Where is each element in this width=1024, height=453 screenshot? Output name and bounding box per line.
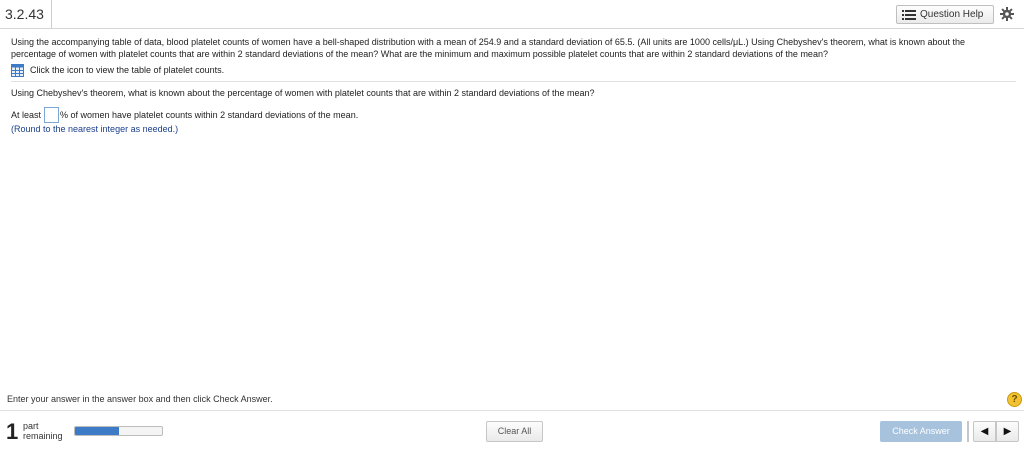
table-link[interactable]: Click the icon to view the table of plat… [11, 63, 1016, 77]
progress-bar [74, 426, 163, 436]
section-divider [11, 81, 1016, 82]
next-question-button[interactable]: ▶ [996, 421, 1019, 442]
previous-question-button[interactable]: ◀ [973, 421, 996, 442]
problem-statement: Using the accompanying table of data, bl… [11, 37, 965, 59]
question-help-button[interactable]: Question Help [896, 5, 994, 24]
parts-label-line1: part [23, 421, 39, 431]
parts-remaining-count: 1 [6, 419, 19, 444]
check-answer-button[interactable]: Check Answer [880, 421, 962, 442]
clear-all-button[interactable]: Clear All [486, 421, 543, 442]
answer-input[interactable] [44, 107, 60, 123]
question-number: 3.2.43 [0, 0, 52, 29]
answer-prefix: At least [11, 110, 42, 120]
top-bar: 3.2.43 Question Help [0, 0, 1024, 29]
answer-suffix: % of women have platelet counts within 2… [60, 110, 359, 120]
question-help-label: Question Help [920, 9, 984, 20]
round-note: (Round to the nearest integer as needed.… [11, 124, 179, 134]
list-icon [902, 9, 916, 20]
table-link-text: Click the icon to view the table of plat… [30, 65, 225, 75]
nav-separator [967, 421, 969, 442]
instruction-text: Enter your answer in the answer box and … [7, 394, 273, 404]
table-icon[interactable] [11, 63, 24, 77]
help-icon[interactable]: ? [1007, 392, 1022, 407]
footer-divider [0, 410, 1024, 411]
progress-fill [75, 427, 119, 435]
question-text: Using Chebyshev's theorem, what is known… [11, 88, 595, 98]
parts-remaining-label: part remaining [23, 421, 63, 441]
problem-area: Using the accompanying table of data, bl… [11, 36, 1016, 77]
gear-icon[interactable] [1000, 7, 1014, 21]
parts-label-line2: remaining [23, 431, 63, 441]
answer-line: At least % of women have platelet counts… [11, 107, 358, 123]
